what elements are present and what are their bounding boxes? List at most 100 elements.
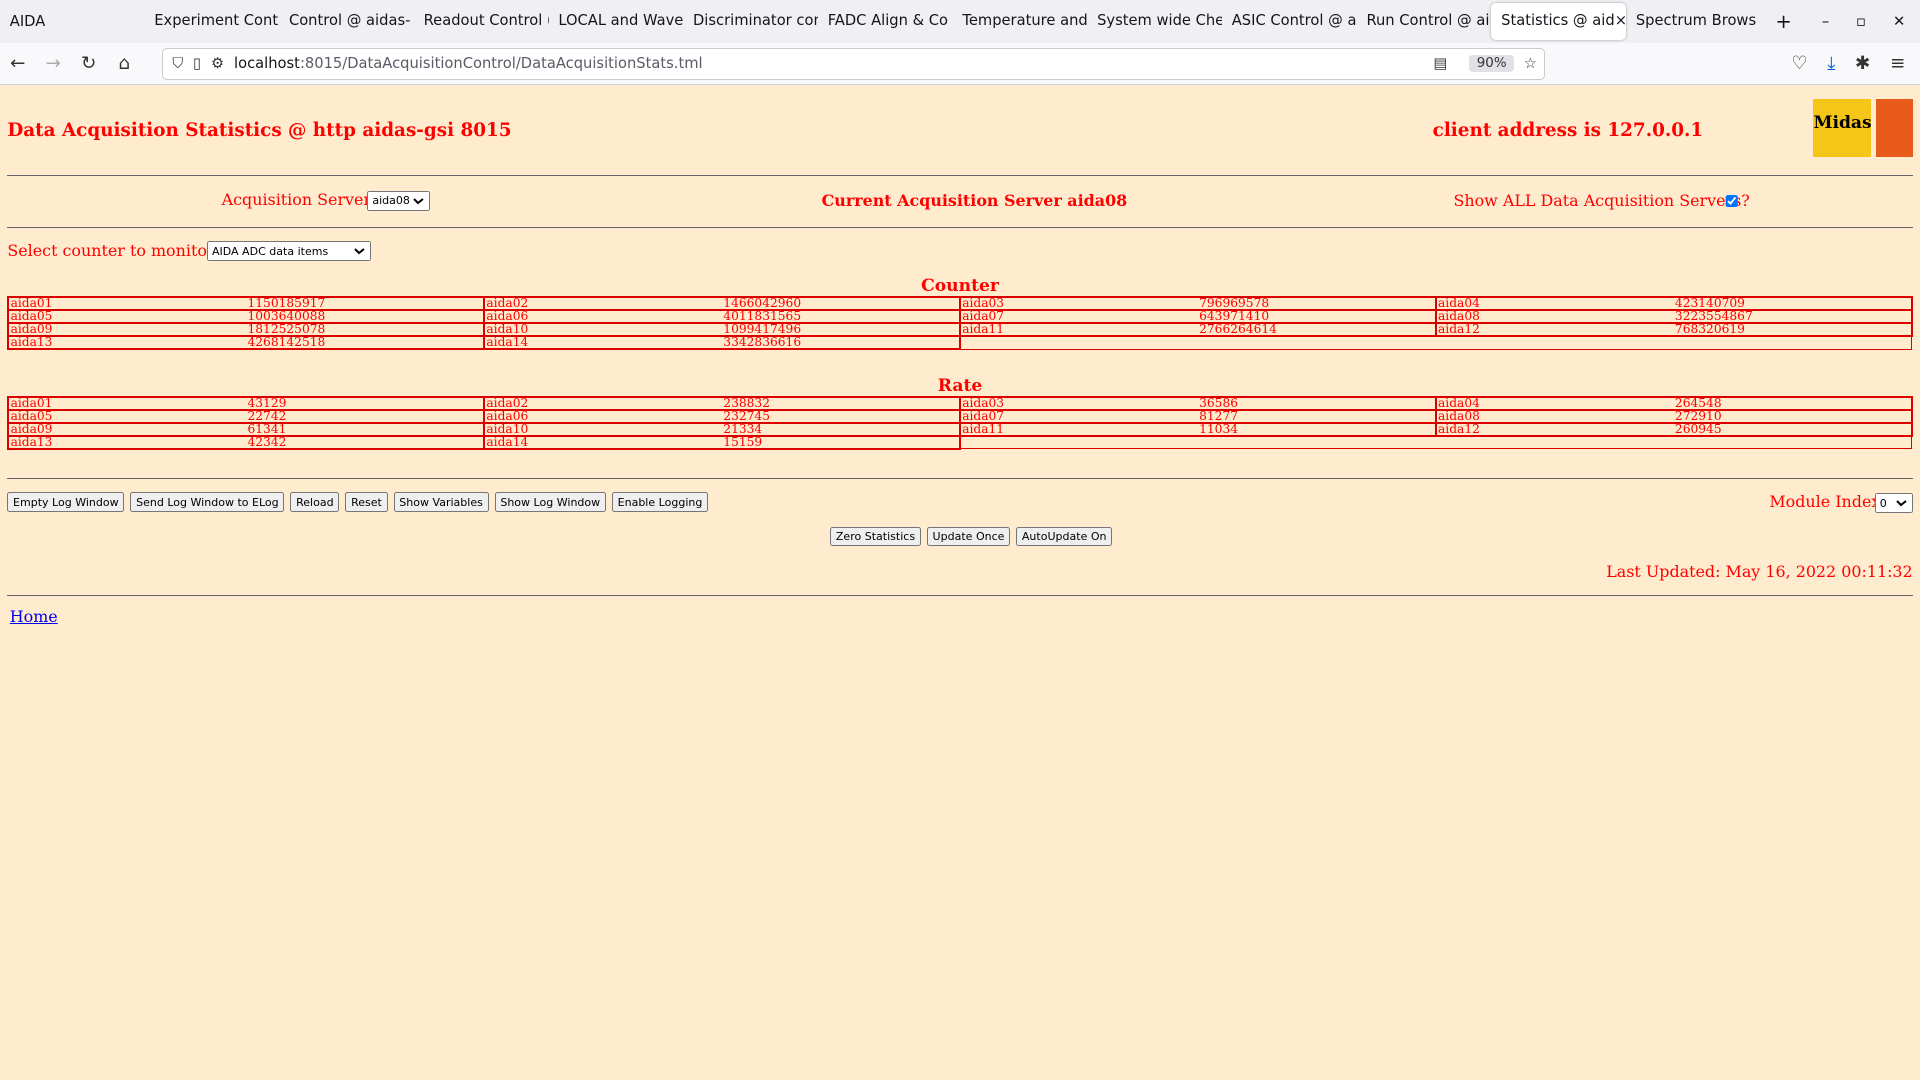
acquisition-servers-label: Acquisition Servers: [221, 189, 380, 209]
empty-cell: [959, 335, 1913, 350]
zoom-level[interactable]: 90%: [1469, 54, 1514, 73]
divider: [7, 477, 1913, 479]
send-log-window-to-elog-button[interactable]: Send Log Window to ELog: [130, 492, 285, 512]
url-bar[interactable]: ⛉ ▯ ⚙ localhost:8015/DataAcquisitionContro…: [161, 47, 1546, 80]
cell-value: 3342836616: [722, 335, 961, 351]
app-title: AIDA: [9, 12, 46, 30]
tcl-logo: [1875, 99, 1913, 157]
counter-title: Counter: [921, 275, 999, 296]
shield-icon: ⛉: [172, 55, 184, 73]
cell-name: aida02: [483, 395, 723, 411]
permissions-icon: ⚙: [211, 55, 225, 73]
reset-button[interactable]: Reset: [345, 492, 388, 512]
empty-cell: [959, 435, 1913, 450]
cell-name: aida10: [483, 421, 723, 437]
home-link[interactable]: Home: [10, 607, 58, 626]
cell-value: 21334: [722, 421, 961, 437]
cell-value: 238832: [722, 395, 961, 411]
cell-name: aida11: [958, 421, 1198, 437]
browser-tab[interactable]: System wide Che: [1087, 3, 1222, 40]
cell-name: aida14: [483, 335, 723, 351]
home-icon[interactable]: ⌂: [107, 53, 143, 74]
cell-value: 36586: [1197, 395, 1437, 411]
cell-value: 61341: [246, 421, 486, 437]
browser-tab[interactable]: Statistics @ aid ×: [1491, 3, 1627, 40]
maximize-icon[interactable]: ▫: [1856, 13, 1866, 30]
table-row: aida05 22742 aida06 232745 aida07 81277 aida08…: [7, 408, 1913, 424]
bookmark-star-icon[interactable]: ☆: [1524, 55, 1545, 72]
browser-tab[interactable]: Temperature and: [953, 3, 1088, 40]
rate-title: Rate: [937, 375, 983, 396]
cell-name: aida11: [958, 322, 1198, 338]
close-window-icon[interactable]: ✕: [1893, 13, 1905, 30]
reload-icon[interactable]: ↻: [71, 53, 107, 74]
nav-bar: ← → ↻ ⌂ ⛉ ▯ ⚙ localhost:8015/DataAcquisiti…: [0, 42, 1920, 86]
tab-label: Temperature and: [962, 12, 1088, 30]
tab-label: Experiment Contr: [154, 12, 280, 30]
cell-name: aida14: [483, 434, 723, 450]
show-log-window-button[interactable]: Show Log Window: [494, 492, 606, 512]
acquisition-server-select[interactable]: aida08: [367, 191, 431, 211]
cell-value: 11034: [1197, 421, 1437, 437]
cell-name: aida08: [1434, 408, 1674, 424]
empty-log-window-button[interactable]: Empty Log Window: [7, 492, 125, 512]
counter-select-label: Select counter to monitor: [7, 241, 215, 261]
back-icon[interactable]: ←: [0, 53, 36, 74]
cell-name: aida12: [1434, 322, 1674, 338]
tab-label: FADC Align & Co: [827, 12, 948, 30]
divider: [7, 226, 1913, 228]
tab-label: LOCAL and Wave: [558, 12, 684, 30]
rate-table: aida01 43129 aida02 238832 aida03 36586 aida04…: [7, 395, 1913, 450]
tab-label: Readout Control (: [423, 12, 549, 30]
zero-statistics-button[interactable]: Zero Statistics: [830, 526, 921, 547]
browser-tab[interactable]: ASIC Control @ a: [1222, 3, 1357, 40]
browser-tab[interactable]: Experiment Contr: [144, 3, 279, 40]
cell-name: aida03: [958, 395, 1198, 411]
cell-value: 43129: [246, 395, 486, 411]
current-server: Current Acquisition Server aida08: [821, 191, 1128, 211]
page-title: Data Acquisition Statistics @ http aidas…: [7, 120, 512, 141]
tab-label: ASIC Control @ a: [1231, 12, 1357, 30]
cell-value: 264548: [1673, 395, 1913, 411]
menu-icon[interactable]: ≡: [1890, 53, 1905, 74]
cell-name: aida04: [1434, 395, 1674, 411]
show-variables-button[interactable]: Show Variables: [393, 492, 489, 512]
table-row: aida13 42342 aida14 15159: [7, 434, 1913, 450]
url-host: localhost: [234, 55, 300, 73]
counter-select[interactable]: AIDA ADC data items: [206, 241, 372, 261]
browser-tab[interactable]: Discriminator con: [683, 3, 818, 40]
client-address: client address is 127.0.0.1: [1432, 120, 1704, 141]
divider: [7, 595, 1913, 596]
show-all-label: Show ALL Data Acquisition Servers?: [1453, 191, 1750, 211]
pocket-icon[interactable]: ♡: [1791, 53, 1807, 74]
cell-name: aida13: [7, 434, 247, 450]
browser-tab[interactable]: LOCAL and Wave: [549, 3, 684, 40]
counter-table: aida01 1150185917 aida02 1466042960 aida03 79…: [7, 296, 1913, 351]
tab-label: Statistics @ aid: [1501, 12, 1615, 30]
minimize-icon[interactable]: –: [1822, 13, 1829, 30]
new-tab-button[interactable]: +: [1761, 10, 1807, 33]
extension-icon[interactable]: ✱: [1855, 53, 1870, 74]
cell-name: aida05: [7, 408, 247, 424]
reader-icon[interactable]: ▤: [1433, 55, 1447, 72]
table-row: aida09 61341 aida10 21334 aida11 11034 aida12 2…: [7, 421, 1913, 437]
enable-logging-button[interactable]: Enable Logging: [611, 492, 709, 512]
cell-name: aida07: [958, 408, 1198, 424]
browser-tab[interactable]: Control @ aidas-: [279, 3, 414, 40]
cell-name: aida06: [483, 408, 723, 424]
show-all-checkbox[interactable]: [1725, 194, 1739, 209]
autoupdate-on-button[interactable]: AutoUpdate On: [1016, 526, 1113, 547]
browser-tab[interactable]: Run Control @ ai: [1357, 3, 1492, 40]
browser-tab[interactable]: Spectrum Brows: [1626, 3, 1761, 40]
browser-tab[interactable]: FADC Align & Co: [818, 3, 953, 40]
update-once-button[interactable]: Update Once: [926, 526, 1011, 547]
cell-value: 22742: [246, 408, 486, 424]
reload-button[interactable]: Reload: [290, 492, 340, 512]
download-icon[interactable]: ⤓: [1827, 53, 1835, 74]
module-index-select[interactable]: 0: [1874, 493, 1913, 514]
forward-icon[interactable]: →: [36, 53, 72, 74]
close-tab-icon[interactable]: ×: [1615, 3, 1626, 40]
cell-name: aida12: [1434, 421, 1674, 437]
browser-tab[interactable]: Readout Control (: [414, 3, 549, 40]
cell-name: aida09: [7, 421, 247, 437]
